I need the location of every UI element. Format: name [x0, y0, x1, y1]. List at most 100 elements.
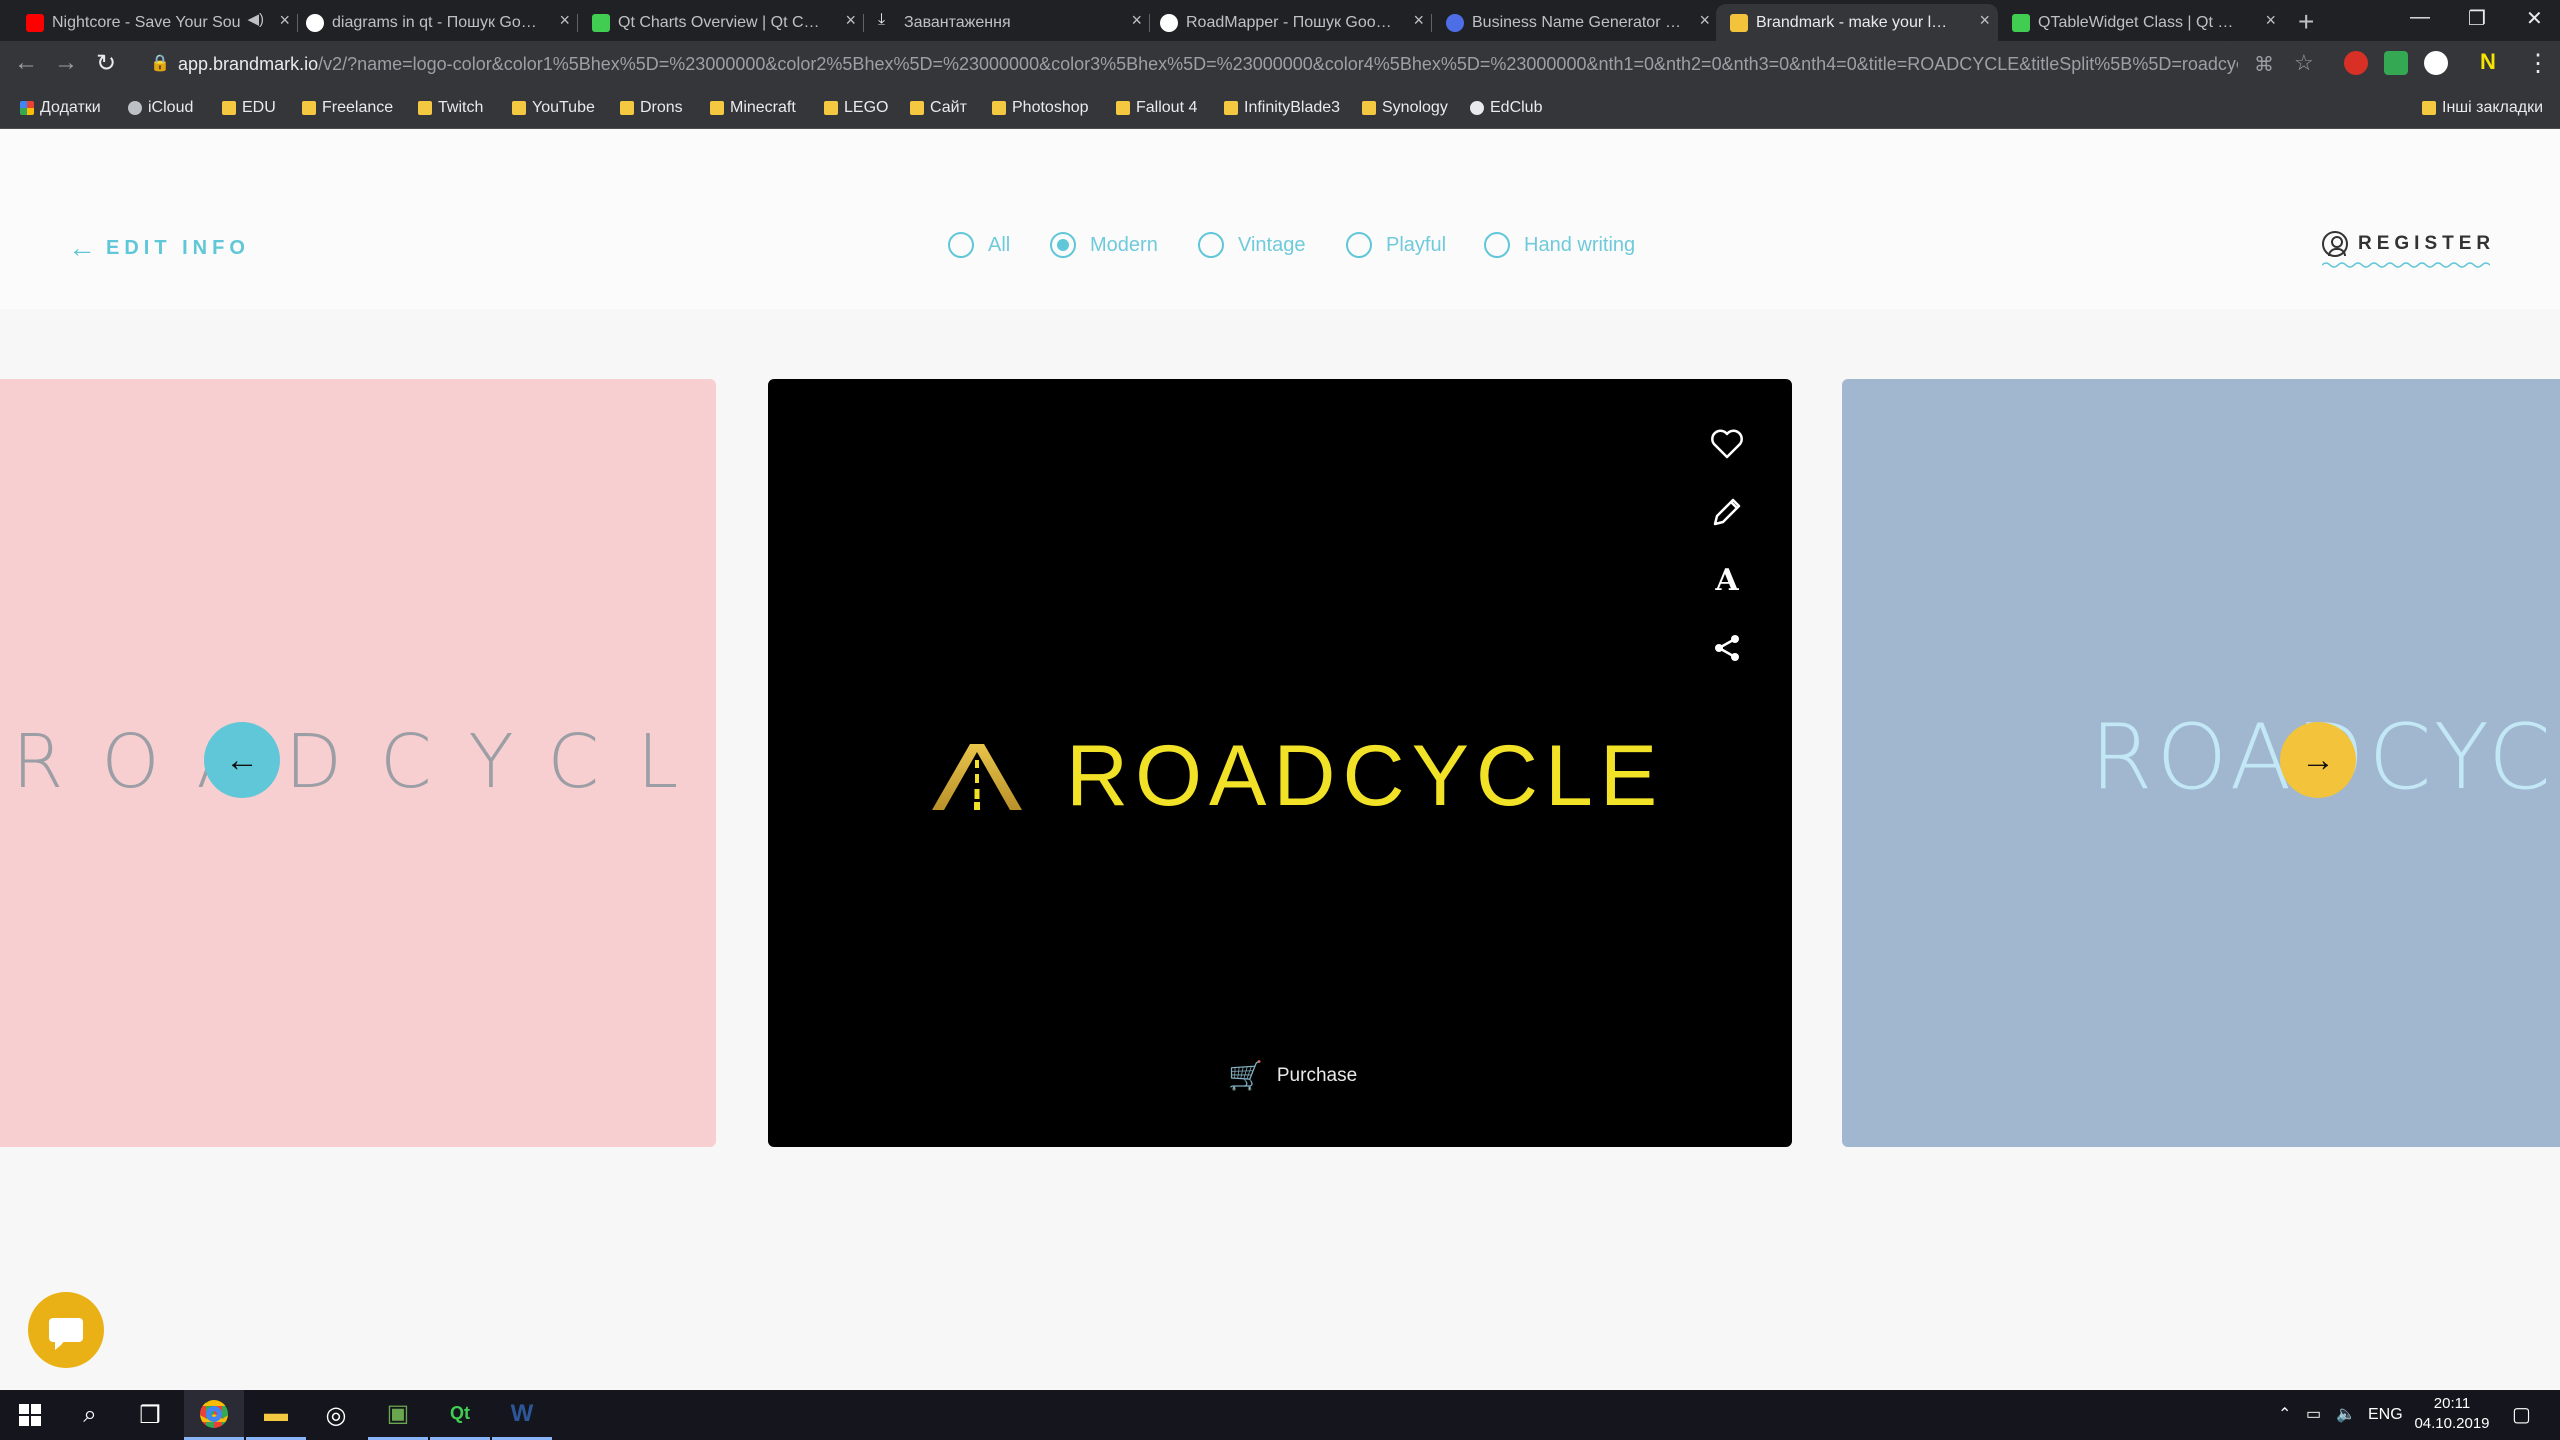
close-icon[interactable]: ×: [1699, 10, 1710, 31]
bookmark-folder[interactable]: Freelance: [300, 87, 393, 129]
register-button[interactable]: REGISTER: [2322, 231, 2495, 257]
close-icon[interactable]: ×: [845, 10, 856, 31]
bookmark-folder[interactable]: Drons: [618, 87, 683, 129]
search-icon[interactable]: ⌕: [60, 1390, 120, 1440]
clock[interactable]: 20:11 04.10.2019: [2412, 1394, 2492, 1434]
xbox-icon[interactable]: ◎: [306, 1390, 366, 1440]
close-icon[interactable]: ×: [1413, 10, 1424, 31]
lock-icon: 🔒: [150, 55, 170, 72]
bookmark-folder[interactable]: Сайт: [908, 87, 967, 129]
minimize-icon[interactable]: —: [2410, 6, 2430, 29]
reload-icon[interactable]: ↻: [96, 49, 116, 78]
filter-vintage[interactable]: Vintage: [1198, 232, 1305, 258]
bookmark-folder[interactable]: Minecraft: [708, 87, 796, 129]
bookmark-folder[interactable]: Synology: [1360, 87, 1448, 129]
brandmark-icon: [1730, 14, 1748, 32]
bookmark-other[interactable]: Інші закладки: [2420, 87, 2543, 129]
back-icon[interactable]: ←: [14, 49, 38, 77]
bookmark-label: Інші закладки: [2442, 99, 2544, 116]
bookmark-label: Synology: [1382, 99, 1448, 116]
windows-start-icon[interactable]: [0, 1390, 60, 1440]
language-indicator[interactable]: ENG: [2368, 1390, 2403, 1440]
logo-card-next[interactable]: ROADCYCLE: [1842, 379, 2560, 1147]
pencil-icon[interactable]: [1710, 495, 1744, 529]
tab-title: Business Name Generator - Po: [1472, 13, 1682, 31]
translate-icon[interactable]: ⌘: [2254, 52, 2274, 77]
bookmark-edclub[interactable]: EdClub: [1468, 87, 1542, 129]
radio-button[interactable]: [1198, 232, 1224, 258]
folder-icon: [512, 101, 526, 115]
logo-card-current[interactable]: ROADCYCLE A 🛒 Purchase: [768, 379, 1792, 1147]
filter-all[interactable]: All: [948, 232, 1010, 258]
filter-playful[interactable]: Playful: [1346, 232, 1446, 258]
notifications-icon[interactable]: ▢: [2512, 1390, 2531, 1440]
bookmark-folder[interactable]: Twitch: [416, 87, 483, 129]
close-icon[interactable]: ×: [2265, 10, 2276, 31]
browser-tab[interactable]: QTableWidget Class | Qt Widg ×: [2012, 4, 2284, 41]
extension-n-icon[interactable]: N: [2480, 49, 2504, 74]
restore-icon[interactable]: ❐: [2468, 6, 2486, 31]
chat-button[interactable]: [28, 1292, 104, 1368]
browser-tab[interactable]: diagrams in qt - Пошук Googl ×: [306, 4, 578, 41]
qt-creator-icon[interactable]: Qt: [430, 1390, 490, 1440]
browser-tab[interactable]: Nightcore - Save Your Sou ◀) ×: [26, 4, 298, 41]
file-explorer-icon[interactable]: ▬: [246, 1390, 306, 1440]
bookmark-folder[interactable]: InfinityBlade3: [1222, 87, 1340, 129]
close-icon[interactable]: ×: [1131, 10, 1142, 31]
menu-icon[interactable]: ⋮: [2526, 49, 2550, 78]
arrow-left-icon: ←: [225, 740, 259, 779]
bookmark-folder[interactable]: EDU: [220, 87, 276, 129]
next-logo-button[interactable]: →: [2280, 722, 2356, 798]
clock-date: 04.10.2019: [2414, 1415, 2490, 1432]
new-tab-button[interactable]: +: [2298, 6, 2314, 38]
edit-info-link[interactable]: ← EDIT INFO: [68, 232, 250, 264]
radio-button[interactable]: [1346, 232, 1372, 258]
bookmark-folder[interactable]: YouTube: [510, 87, 595, 129]
folder-icon: [1116, 101, 1130, 115]
folder-icon: [1224, 101, 1238, 115]
bookmark-folder[interactable]: LEGO: [822, 87, 888, 129]
bookmark-apps[interactable]: Додатки: [18, 87, 101, 129]
radio-button-checked[interactable]: [1050, 232, 1076, 258]
browser-tab[interactable]: Qt Charts Overview | Qt Chart ×: [592, 4, 864, 41]
speaker-icon[interactable]: ◀): [247, 10, 264, 28]
tray-chevron-icon[interactable]: ⌃: [2278, 1390, 2291, 1440]
extension-red-icon[interactable]: [2344, 51, 2368, 75]
close-icon[interactable]: ×: [1979, 10, 1990, 31]
volume-icon[interactable]: 🔈: [2336, 1390, 2356, 1440]
close-icon[interactable]: ×: [559, 10, 570, 31]
register-underline: [2322, 262, 2490, 268]
task-view-icon[interactable]: ❒: [120, 1390, 180, 1440]
radio-button[interactable]: [948, 232, 974, 258]
radio-button[interactable]: [1484, 232, 1510, 258]
browser-tab-active[interactable]: Brandmark - make your logo i ×: [1716, 4, 1998, 41]
close-icon[interactable]: ×: [279, 10, 290, 31]
font-icon[interactable]: A: [1710, 563, 1744, 598]
heart-icon[interactable]: [1710, 427, 1744, 461]
minecraft-icon[interactable]: ▣: [368, 1390, 428, 1440]
address-bar[interactable]: 🔒 app.brandmark.io/v2/?name=logo-color&c…: [140, 47, 2238, 81]
forward-icon[interactable]: →: [54, 49, 78, 77]
star-icon[interactable]: ☆: [2294, 50, 2314, 76]
browser-tab[interactable]: RoadMapper - Пошук Google ×: [1160, 4, 1432, 41]
tab-divider: [577, 14, 578, 32]
filter-hand-writing[interactable]: Hand writing: [1484, 232, 1635, 258]
filter-modern[interactable]: Modern: [1050, 232, 1158, 258]
cart-icon: 🛒: [1228, 1060, 1263, 1091]
close-window-icon[interactable]: ✕: [2526, 6, 2543, 31]
profile-avatar[interactable]: [2424, 51, 2448, 75]
share-icon[interactable]: [1710, 631, 1744, 665]
logo-card-previous[interactable]: ROADCYCLE: [0, 379, 716, 1147]
chrome-taskbar-icon[interactable]: [184, 1390, 244, 1440]
purchase-button[interactable]: 🛒 Purchase: [1228, 1059, 1357, 1092]
word-icon[interactable]: W: [492, 1390, 552, 1440]
browser-tab[interactable]: Business Name Generator - Po ×: [1446, 4, 1718, 41]
network-icon[interactable]: ▭: [2306, 1390, 2321, 1440]
clock-time: 20:11: [2433, 1395, 2471, 1412]
extension-shield-icon[interactable]: [2384, 51, 2408, 75]
bookmark-icloud[interactable]: iCloud: [126, 87, 193, 129]
previous-logo-button[interactable]: ←: [204, 722, 280, 798]
browser-tab[interactable]: ⤓ Завантаження ×: [878, 4, 1150, 41]
bookmark-folder[interactable]: Photoshop: [990, 87, 1089, 129]
bookmark-folder[interactable]: Fallout 4: [1114, 87, 1197, 129]
